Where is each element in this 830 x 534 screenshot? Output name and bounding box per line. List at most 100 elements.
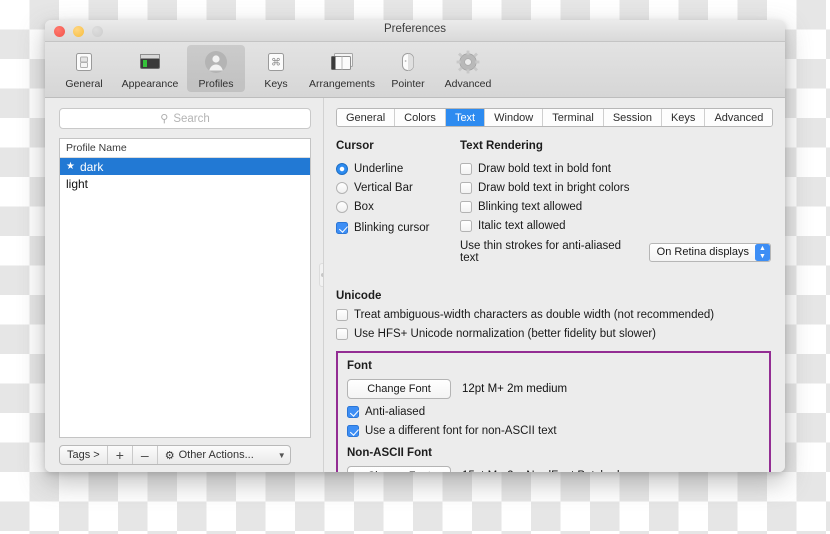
cursor-option-label: Vertical Bar: [354, 182, 413, 194]
font-section-title: Font: [347, 360, 760, 372]
toolbar-item-appearance[interactable]: Appearance: [115, 45, 185, 92]
search-icon: ⚲: [160, 112, 168, 125]
checkbox-italic-text[interactable]: [460, 220, 472, 232]
font-section-highlight: Font Change Font 12pt M+ 2m medium Anti-…: [336, 351, 771, 472]
toolbar-label-appearance: Appearance: [116, 78, 184, 90]
cursor-option-blinking[interactable]: Blinking cursor: [336, 222, 460, 234]
non-ascii-font-row: Change Font 15pt M+ 2m NerdFont Patched: [347, 466, 760, 472]
thin-strokes-value: On Retina displays: [657, 246, 749, 258]
thin-strokes-label: Use thin strokes for anti-aliased text: [460, 240, 642, 264]
cursor-option-label: Underline: [354, 163, 403, 175]
search-input[interactable]: ⚲ Search: [59, 108, 311, 129]
tab-keys[interactable]: Keys: [662, 109, 705, 126]
tab-text[interactable]: Text: [446, 109, 485, 126]
checkbox-ambiguous-width[interactable]: [336, 309, 348, 321]
svg-text:⌘: ⌘: [271, 58, 281, 69]
option-anti-aliased[interactable]: Anti-aliased: [347, 406, 760, 418]
option-label: Italic text allowed: [478, 220, 566, 232]
toolbar-item-advanced[interactable]: Advanced: [439, 45, 497, 92]
profile-name: dark: [80, 160, 103, 174]
non-ascii-font-description: 15pt M+ 2m NerdFont Patched: [462, 470, 620, 472]
option-italic-text-allowed[interactable]: Italic text allowed: [460, 220, 771, 232]
star-icon: ★: [66, 161, 75, 172]
tab-colors[interactable]: Colors: [395, 109, 446, 126]
gear-icon: [440, 48, 496, 76]
option-different-font-non-ascii[interactable]: Use a different font for non-ASCII text: [347, 425, 760, 437]
mouse-icon: [380, 48, 436, 76]
cursor-option-underline[interactable]: Underline: [336, 163, 460, 175]
command-key-icon: ⌘: [248, 48, 304, 76]
cursor-option-vertical-bar[interactable]: Vertical Bar: [336, 182, 460, 194]
tab-window[interactable]: Window: [485, 109, 543, 126]
option-label: Draw bold text in bold font: [478, 163, 611, 175]
toolbar-item-pointer[interactable]: Pointer: [379, 45, 437, 92]
profile-row-light[interactable]: light: [60, 175, 310, 192]
option-blinking-text-allowed[interactable]: Blinking text allowed: [460, 201, 771, 213]
checkbox-draw-bold-bold-font[interactable]: [460, 163, 472, 175]
chevron-down-icon: ▼: [278, 451, 286, 460]
checkbox-blinking-text[interactable]: [460, 201, 472, 213]
option-draw-bold-in-bold-font[interactable]: Draw bold text in bold font: [460, 163, 771, 175]
change-font-button[interactable]: Change Font: [347, 379, 451, 399]
checkbox-blinking-cursor[interactable]: [336, 222, 348, 234]
toolbar-item-profiles[interactable]: Profiles: [187, 45, 245, 92]
toolbar-item-keys[interactable]: ⌘ Keys: [247, 45, 305, 92]
cursor-option-label: Box: [354, 201, 374, 213]
cursor-section: Cursor Underline Vertical Bar Box: [336, 140, 460, 264]
profile-row-dark[interactable]: ★ dark: [60, 158, 310, 175]
window-titlebar: Preferences: [45, 20, 785, 42]
option-draw-bold-bright-colors[interactable]: Draw bold text in bright colors: [460, 182, 771, 194]
option-hfs-normalization[interactable]: Use HFS+ Unicode normalization (better f…: [336, 328, 771, 340]
tags-button[interactable]: Tags >: [60, 446, 108, 464]
text-rendering-title: Text Rendering: [460, 140, 771, 152]
cursor-option-label: Blinking cursor: [354, 222, 429, 234]
checkbox-different-font-non-ascii[interactable]: [347, 425, 359, 437]
window-icon: [56, 48, 112, 76]
toolbar-label-profiles: Profiles: [188, 78, 244, 90]
font-description: 12pt M+ 2m medium: [462, 383, 567, 395]
profiles-list[interactable]: Profile Name ★ dark light: [59, 138, 311, 438]
non-ascii-change-font-button[interactable]: Change Font: [347, 466, 451, 472]
other-actions-button[interactable]: ⚙ Other Actions... ▼: [158, 446, 290, 464]
toolbar-item-general[interactable]: General: [55, 45, 113, 92]
tab-session[interactable]: Session: [604, 109, 662, 126]
other-actions-label: Other Actions...: [179, 449, 254, 461]
preferences-window: Preferences General Appearance: [45, 20, 785, 472]
tab-advanced[interactable]: Advanced: [705, 109, 772, 126]
option-label: Treat ambiguous-width characters as doub…: [354, 309, 714, 321]
window-title: Preferences: [45, 23, 785, 35]
toolbar-item-arrangements[interactable]: Arrangements: [307, 45, 377, 92]
tab-general[interactable]: General: [337, 109, 395, 126]
option-label: Use a different font for non-ASCII text: [365, 425, 557, 437]
checkbox-hfs-normalization[interactable]: [336, 328, 348, 340]
profile-name: light: [66, 177, 88, 191]
stepper-icon[interactable]: ▲▼: [755, 244, 770, 261]
thin-strokes-select[interactable]: On Retina displays ▲▼: [649, 243, 771, 262]
option-label: Blinking text allowed: [478, 201, 582, 213]
gear-icon: ⚙: [165, 449, 175, 462]
toolbar-label-advanced: Advanced: [440, 78, 496, 90]
radio-box[interactable]: [336, 201, 348, 213]
dark-window-icon: [116, 48, 184, 76]
checkbox-draw-bold-bright-colors[interactable]: [460, 182, 472, 194]
cursor-section-title: Cursor: [336, 140, 460, 152]
unicode-section-title: Unicode: [336, 290, 771, 302]
tab-terminal[interactable]: Terminal: [543, 109, 604, 126]
remove-profile-button[interactable]: –: [133, 446, 158, 464]
text-settings-columns: Cursor Underline Vertical Bar Box: [336, 140, 771, 264]
option-label: Anti-aliased: [365, 406, 425, 418]
non-ascii-font-title: Non-ASCII Font: [347, 447, 760, 459]
cursor-option-box[interactable]: Box: [336, 201, 460, 213]
toolbar-label-general: General: [56, 78, 112, 90]
preferences-toolbar: General Appearance Profiles: [45, 42, 785, 98]
settings-pane: General Colors Text Window Terminal Sess…: [323, 98, 785, 472]
toolbar-label-pointer: Pointer: [380, 78, 436, 90]
checkbox-anti-aliased[interactable]: [347, 406, 359, 418]
add-profile-button[interactable]: +: [108, 446, 133, 464]
radio-underline[interactable]: [336, 163, 348, 175]
toolbar-label-arrangements: Arrangements: [308, 78, 376, 90]
person-icon: [188, 48, 244, 76]
profiles-sidebar: ⚲ Search Profile Name ★ dark light Tags …: [45, 98, 323, 472]
radio-vertical-bar[interactable]: [336, 182, 348, 194]
option-ambiguous-width[interactable]: Treat ambiguous-width characters as doub…: [336, 309, 771, 321]
